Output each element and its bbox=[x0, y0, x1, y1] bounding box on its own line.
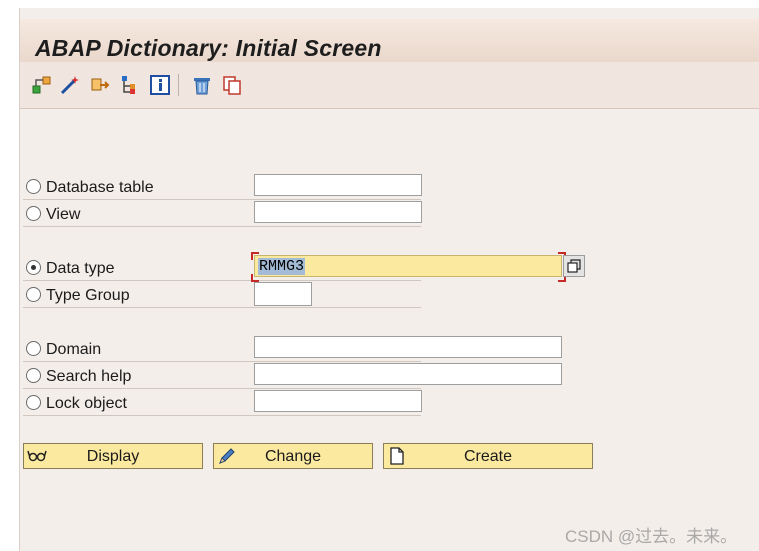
copy-icon[interactable] bbox=[220, 73, 244, 97]
domain-input[interactable] bbox=[254, 336, 562, 358]
tree-icon[interactable] bbox=[118, 73, 142, 97]
value-help-button[interactable] bbox=[563, 255, 585, 277]
value-help-icon bbox=[567, 259, 581, 273]
radio-search-help[interactable] bbox=[26, 368, 41, 383]
label-lock-object: Lock object bbox=[46, 395, 127, 412]
display-button[interactable]: Display bbox=[23, 443, 203, 469]
radio-lock-object[interactable] bbox=[26, 395, 41, 410]
search-help-input[interactable] bbox=[254, 363, 562, 385]
move-icon[interactable] bbox=[88, 73, 112, 97]
label-search-help: Search help bbox=[46, 368, 132, 385]
label-database-table: Database table bbox=[46, 179, 154, 196]
page-title: ABAP Dictionary: Initial Screen bbox=[35, 35, 382, 61]
radio-data-type[interactable] bbox=[26, 260, 41, 275]
database-table-input[interactable] bbox=[254, 174, 422, 196]
lock-object-input[interactable] bbox=[254, 390, 422, 412]
application-toolbar bbox=[20, 62, 759, 109]
create-button-label: Create bbox=[463, 448, 513, 465]
hierarchy-icon[interactable] bbox=[30, 73, 54, 97]
change-button-label: Change bbox=[264, 448, 322, 465]
focus-corner bbox=[251, 274, 259, 282]
option-row-type-group: Type Group bbox=[23, 283, 421, 308]
view-input[interactable] bbox=[254, 201, 422, 223]
radio-database-table[interactable] bbox=[26, 179, 41, 194]
data-type-input[interactable]: RMMG3 bbox=[254, 255, 562, 277]
radio-type-group[interactable] bbox=[26, 287, 41, 302]
label-domain: Domain bbox=[46, 341, 102, 358]
magic-wand-icon[interactable] bbox=[58, 73, 82, 97]
toolbar-separator bbox=[178, 74, 179, 96]
radio-domain[interactable] bbox=[26, 341, 41, 356]
label-type-group: Type Group bbox=[46, 287, 130, 304]
create-button[interactable]: Create bbox=[383, 443, 593, 469]
change-button[interactable]: Change bbox=[213, 443, 373, 469]
watermark: CSDN @过去。未来。 bbox=[565, 527, 738, 546]
delete-icon[interactable] bbox=[190, 73, 214, 97]
display-button-label: Display bbox=[86, 448, 140, 465]
label-view: View bbox=[46, 206, 81, 223]
main-window: ABAP Dictionary: Initial Screen Database… bbox=[19, 8, 759, 551]
label-data-type: Data type bbox=[46, 260, 115, 277]
focus-corner bbox=[251, 252, 259, 260]
info-icon[interactable] bbox=[148, 73, 172, 97]
type-group-input[interactable] bbox=[254, 282, 312, 306]
data-type-value: RMMG3 bbox=[258, 258, 306, 275]
radio-view[interactable] bbox=[26, 206, 41, 221]
